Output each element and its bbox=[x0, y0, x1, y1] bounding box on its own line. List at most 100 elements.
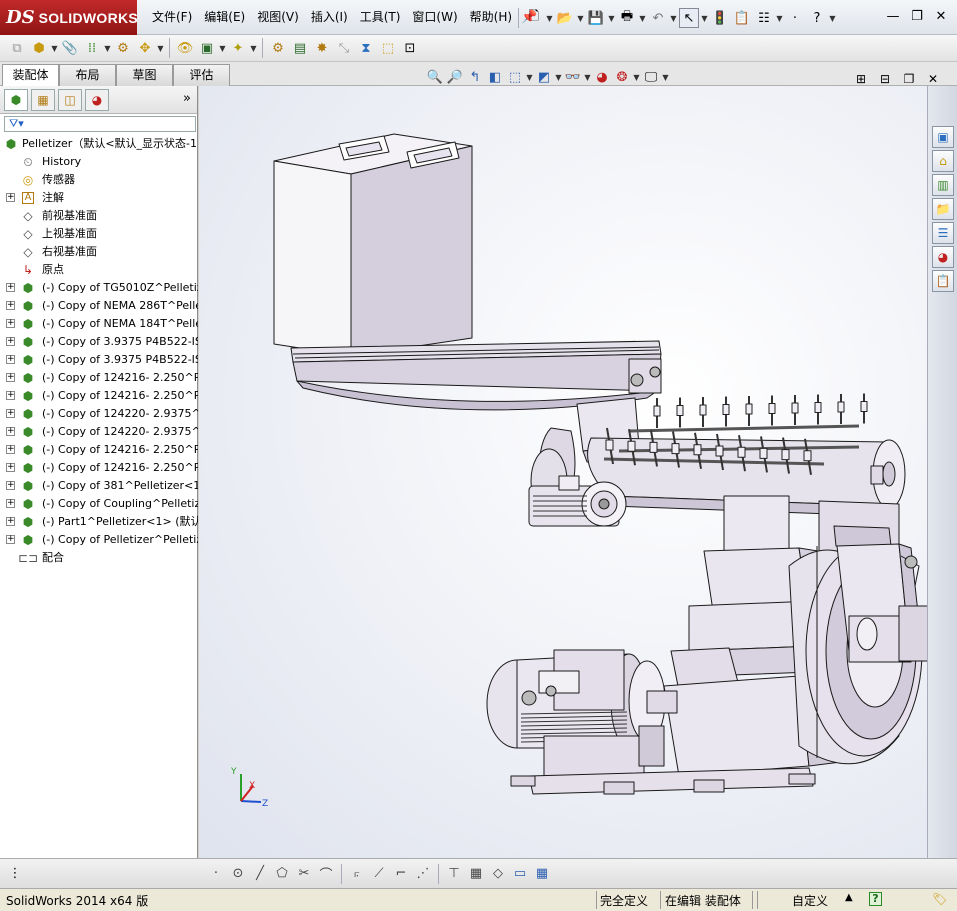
arc-icon[interactable]: ⌒ bbox=[316, 864, 336, 884]
previous-view-icon[interactable]: ↰ bbox=[466, 68, 484, 86]
tree-item[interactable]: + ⬢ (-) Copy of 381^Pelletizer<1> ( bbox=[0, 477, 198, 495]
display-style-icon[interactable]: ◩ bbox=[535, 68, 553, 86]
expand-toggle-icon[interactable]: + bbox=[6, 391, 15, 400]
assembly-features-icon[interactable]: ▣ bbox=[197, 38, 217, 58]
linear-pattern-icon[interactable]: ⁞⁞ bbox=[82, 38, 102, 58]
steam-valve[interactable] bbox=[745, 396, 753, 426]
solidworks-resources-icon[interactable]: ▣ bbox=[932, 126, 954, 148]
undo-icon[interactable]: ↶ bbox=[648, 8, 668, 28]
point-icon[interactable]: · bbox=[206, 864, 226, 884]
filter-funnel-icon[interactable]: ⛛▾ bbox=[9, 117, 24, 130]
graphics-area[interactable]: Y X Z bbox=[199, 86, 927, 858]
units-custom[interactable]: 自定义 bbox=[792, 892, 828, 909]
tab-layout[interactable]: 布局 bbox=[59, 64, 116, 86]
rebuild-traffic-light-icon[interactable]: 🚦 bbox=[710, 8, 730, 28]
tree-item[interactable]: + ⬢ (-) Copy of 124216- 2.250^Pelle bbox=[0, 387, 198, 405]
tree-more-icon[interactable]: ⋮ bbox=[5, 864, 25, 884]
expand-toggle-icon[interactable]: + bbox=[6, 283, 15, 292]
solidworks-logo[interactable]: DS SOLIDWORKS bbox=[0, 0, 138, 35]
zoom-to-area-icon[interactable]: 🔎 bbox=[446, 68, 464, 86]
steam-valve[interactable] bbox=[768, 395, 776, 426]
apply-scene-icon[interactable]: ❂ bbox=[613, 68, 631, 86]
tree-item[interactable]: + ⬢ (-) Copy of Coupling^Pelletizer< bbox=[0, 495, 198, 513]
expand-toggle-icon[interactable]: + bbox=[6, 463, 15, 472]
restore-icon[interactable]: ❐ bbox=[905, 8, 929, 26]
new-part-icon[interactable]: ⬢ bbox=[29, 38, 49, 58]
expand-toggle-icon[interactable]: + bbox=[6, 481, 15, 490]
section-view-icon[interactable]: ◧ bbox=[486, 68, 504, 86]
expand-toggle-icon[interactable]: + bbox=[6, 427, 15, 436]
instant3d-icon[interactable]: ⊡ bbox=[400, 38, 420, 58]
smart-dimension-icon[interactable]: ◇ bbox=[488, 864, 508, 884]
new-document-icon[interactable]: 🗋 bbox=[524, 8, 544, 28]
tree-filter[interactable]: ⛛▾ bbox=[4, 116, 196, 132]
tree-item[interactable]: ◇ 右视基准面 bbox=[0, 243, 198, 261]
tree-item[interactable]: ◇ 上视基准面 bbox=[0, 225, 198, 243]
expand-toggle-icon[interactable]: + bbox=[6, 445, 15, 454]
convert-entities-icon[interactable]: ⋰ bbox=[413, 864, 433, 884]
tree-item[interactable]: + ⬢ (-) Copy of 3.9375 P4B522-ISA bbox=[0, 351, 198, 369]
open-dropdown-icon[interactable]: ▼ bbox=[576, 14, 585, 23]
print-icon[interactable]: 🖶 bbox=[617, 8, 637, 28]
features-dropdown-icon[interactable]: ▼ bbox=[218, 44, 227, 53]
tree-item[interactable]: + ⬢ (-) Copy of 124220- 2.9375^Pe bbox=[0, 405, 198, 423]
tree-item[interactable]: + ⬢ (-) Copy of NEMA 286T^Pelletiz bbox=[0, 297, 198, 315]
view-palette-icon[interactable]: ☰ bbox=[932, 222, 954, 244]
feature-manager-tab-icon[interactable]: ⬢ bbox=[4, 88, 28, 111]
tree-item[interactable]: + ⬢ (-) Part1^Pelletizer<1> (默认< bbox=[0, 513, 198, 531]
tag-icon[interactable]: 🏷 bbox=[932, 892, 947, 906]
grid-icon[interactable]: ▦ bbox=[466, 864, 486, 884]
tree-item[interactable]: + ⬢ (-) Copy of 3.9375 P4B522-ISA bbox=[0, 333, 198, 351]
polygon-icon[interactable]: ⬠ bbox=[272, 864, 292, 884]
display-manager-tab-icon[interactable]: ◕ bbox=[85, 88, 109, 111]
tree-root[interactable]: ⬢ Pelletizer（默认<默认_显示状态-1 bbox=[0, 135, 198, 153]
feeder-screw-housing[interactable] bbox=[290, 340, 662, 411]
help-icon[interactable]: ? bbox=[807, 8, 827, 28]
fillet-icon[interactable]: ⟔ bbox=[347, 864, 367, 884]
close-icon[interactable]: ✕ bbox=[929, 8, 953, 26]
pelletizer-assembly-model[interactable]: Y X Z bbox=[199, 86, 927, 858]
menu-tools[interactable]: 工具(T) bbox=[354, 0, 407, 35]
help-status-button[interactable]: ? bbox=[869, 892, 882, 906]
move-component-icon[interactable]: ✥ bbox=[135, 38, 155, 58]
view-settings-dropdown-icon[interactable]: ▼ bbox=[661, 73, 670, 82]
reference-dropdown-icon[interactable]: ▼ bbox=[249, 44, 258, 53]
tree-item[interactable]: + ⬢ (-) Copy of Pelletizer^Pelletizer_ bbox=[0, 531, 198, 549]
menu-file[interactable]: 文件(F) bbox=[146, 0, 198, 35]
menu-edit[interactable]: 编辑(E) bbox=[198, 0, 251, 35]
show-hidden-icon[interactable]: 👁 bbox=[175, 38, 195, 58]
options-icon[interactable]: ☷ bbox=[754, 8, 774, 28]
expand-toggle-icon[interactable]: + bbox=[6, 373, 15, 382]
menu-view[interactable]: 视图(V) bbox=[251, 0, 305, 35]
select-dropdown-icon[interactable]: ▼ bbox=[700, 14, 709, 23]
steam-valve[interactable] bbox=[837, 394, 845, 424]
trim-icon[interactable]: ✂ bbox=[294, 864, 314, 884]
pattern-dropdown-icon[interactable]: ▼ bbox=[103, 44, 112, 53]
steam-valve[interactable] bbox=[814, 394, 822, 425]
tree-item[interactable]: + A 注解 bbox=[0, 189, 198, 207]
home-icon[interactable]: ⌂ bbox=[932, 150, 954, 172]
expand-toggle-icon[interactable]: + bbox=[6, 301, 15, 310]
tree-item[interactable]: + ⬢ (-) Copy of 124216- 2.250^Pelle bbox=[0, 369, 198, 387]
options-dropdown-icon[interactable]: ▼ bbox=[775, 14, 784, 23]
steam-valve[interactable] bbox=[653, 398, 661, 428]
tree-item[interactable]: + ⬢ (-) Copy of 124216- 2.250^Pelle bbox=[0, 441, 198, 459]
offset-icon[interactable]: ⌐ bbox=[391, 864, 411, 884]
help-dropdown-icon[interactable]: ▼ bbox=[828, 14, 837, 23]
tree-item[interactable]: ◎ 传感器 bbox=[0, 171, 198, 189]
hide-show-dropdown-icon[interactable]: ▼ bbox=[583, 73, 592, 82]
steam-valve[interactable] bbox=[791, 395, 799, 425]
more-dots-icon[interactable]: · bbox=[785, 8, 805, 28]
chamfer-icon[interactable]: ⟋ bbox=[369, 864, 389, 884]
interference-detection-icon[interactable]: ⧗ bbox=[356, 38, 376, 58]
move-dropdown-icon[interactable]: ▼ bbox=[156, 44, 165, 53]
view-orientation-icon[interactable]: ⬚ bbox=[506, 68, 524, 86]
insert-dropdown-icon[interactable]: ▼ bbox=[50, 44, 59, 53]
property-manager-tab-icon[interactable]: ▦ bbox=[31, 88, 55, 111]
menu-insert[interactable]: 插入(I) bbox=[305, 0, 354, 35]
appearances-icon[interactable]: ◕ bbox=[932, 246, 954, 268]
hide-show-items-icon[interactable]: 👓 bbox=[564, 68, 582, 86]
select-arrow-icon[interactable]: ↖ bbox=[679, 8, 699, 28]
display-style-dropdown-icon[interactable]: ▼ bbox=[554, 73, 563, 82]
expand-toggle-icon[interactable]: + bbox=[6, 499, 15, 508]
